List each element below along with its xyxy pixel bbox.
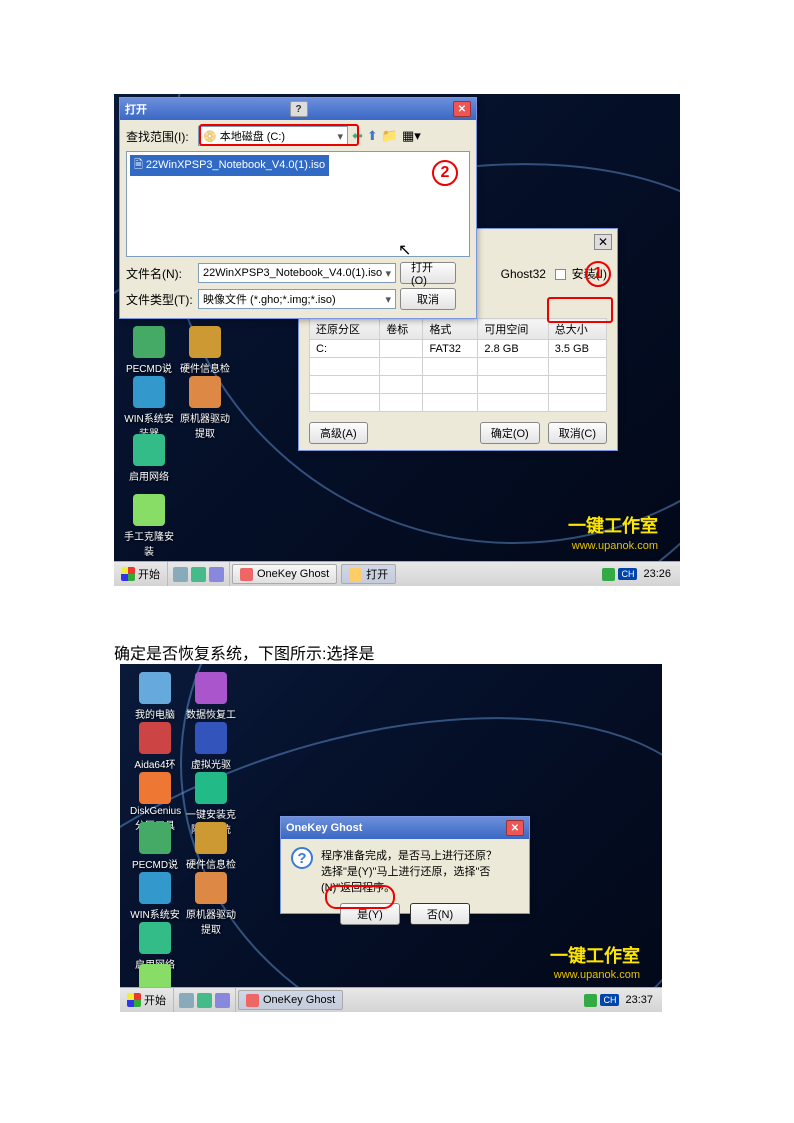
ime-indicator[interactable]: CH	[600, 994, 619, 1006]
folder-icon	[349, 568, 362, 581]
th: 可用空间	[478, 319, 548, 340]
filename-input[interactable]: 22WinXPSP3_Notebook_V4.0(1).iso▾	[198, 263, 396, 283]
taskbar: 开始 OneKey Ghost CH23:37	[120, 987, 662, 1012]
back-icon[interactable]: ⬅	[352, 128, 363, 144]
close-icon[interactable]: ✕	[453, 101, 471, 117]
brand-url: www.upanok.com	[572, 540, 658, 552]
taskbar: 开始 OneKey Ghost 打开 CH23:26	[114, 561, 680, 586]
advanced-button[interactable]: 高级(A)	[309, 422, 368, 444]
task-open[interactable]: 打开	[341, 564, 396, 584]
ql-icon[interactable]	[197, 993, 212, 1008]
screenshot-1: PECMD说明 硬件信息检测 WIN系统安装器 原机器驱动提取 启用网络 手工克…	[114, 94, 680, 586]
file-item[interactable]: 🗎 22WinXPSP3_Notebook_V4.0(1).iso	[130, 155, 329, 176]
desk-label: 虚拟光驱	[191, 760, 231, 771]
dialog-title: 打开	[125, 101, 147, 117]
ql-icon[interactable]	[179, 993, 194, 1008]
ql-icon[interactable]	[173, 567, 188, 582]
close-icon[interactable]: ✕	[594, 234, 612, 250]
filename-label: 文件名(N):	[126, 265, 194, 282]
brand-title: 一键工作室	[568, 512, 658, 538]
tray-icon[interactable]	[584, 994, 597, 1007]
desk-label: 手工克隆安装	[124, 532, 174, 558]
table-row[interactable]: C: FAT32 2.8 GB 3.5 GB	[310, 340, 607, 358]
confirm-dialog: OneKey Ghost ✕ ? 程序准备完成，是否马上进行还原？ 选择"是(Y)…	[280, 816, 530, 914]
th: 格式	[423, 319, 478, 340]
desk-label: 我的电脑	[135, 710, 175, 721]
start-button[interactable]: 开始	[114, 562, 168, 586]
tray-icon[interactable]	[602, 568, 615, 581]
desk-label: 原机器驱动提取	[180, 414, 230, 440]
dialog-title: OneKey Ghost	[286, 822, 362, 834]
caption-text: 确定是否恢复系统，下图所示:选择是	[114, 640, 374, 664]
th: 还原分区	[310, 319, 380, 340]
desk-label: 原机器驱动提取	[186, 910, 236, 936]
ql-icon[interactable]	[209, 567, 224, 582]
open-button[interactable]: 打开(O)	[400, 262, 456, 284]
confirm-line1: 程序准备完成，是否马上进行还原？	[321, 847, 519, 863]
task-onekey[interactable]: OneKey Ghost	[232, 564, 337, 584]
question-icon: ?	[291, 847, 313, 869]
filetype-label: 文件类型(T):	[126, 291, 194, 308]
up-icon[interactable]: ⬆	[367, 128, 378, 144]
cursor-icon: ↖	[398, 240, 411, 260]
task-onekey[interactable]: OneKey Ghost	[238, 990, 343, 1010]
clock: 23:37	[622, 994, 656, 1006]
partition-table: 还原分区 卷标 格式 可用空间 总大小 C: FAT32 2.8 GB 3.5 …	[309, 318, 607, 412]
help-icon[interactable]: ?	[290, 101, 308, 117]
desk-label: 启用网络	[129, 472, 169, 483]
brand-url: www.upanok.com	[554, 969, 640, 981]
cancel-button[interactable]: 取消(C)	[548, 422, 607, 444]
cancel-button[interactable]: 取消	[400, 288, 456, 310]
step-2-marker: 2	[432, 160, 458, 186]
windows-logo-icon	[127, 993, 141, 1007]
brand-title: 一键工作室	[550, 942, 640, 968]
filetype-dropdown[interactable]: 映像文件 (*.gho;*.img;*.iso)▾	[198, 289, 396, 309]
start-button[interactable]: 开始	[120, 988, 174, 1012]
ql-icon[interactable]	[191, 567, 206, 582]
th: 卷标	[380, 319, 423, 340]
no-button[interactable]: 否(N)	[410, 903, 470, 925]
confirm-line2: 选择"是(Y)"马上进行还原，选择"否(N)"返回程序。	[321, 863, 519, 895]
lookin-dropdown[interactable]: 📀 本地磁盘 (C:)▾	[198, 126, 348, 146]
lookin-label: 查找范围(I):	[126, 128, 194, 145]
windows-logo-icon	[121, 567, 135, 581]
ql-icon[interactable]	[215, 993, 230, 1008]
ime-indicator[interactable]: CH	[618, 568, 637, 580]
th: 总大小	[548, 319, 606, 340]
app-icon	[246, 994, 259, 1007]
screenshot-2: 我的电脑 数据恢复工具 Aida64环境检测 虚拟光驱 DiskGenius分区…	[120, 664, 662, 1012]
clock: 23:26	[640, 568, 674, 580]
close-icon[interactable]: ✕	[506, 820, 524, 836]
view-icon[interactable]: ▦▾	[402, 128, 421, 144]
ghost32-label: Ghost32	[501, 267, 546, 281]
step-1-marker: 1	[585, 261, 611, 287]
open-dialog: 打开? ✕ 查找范围(I): 📀 本地磁盘 (C:)▾ ⬅ ⬆ 📁 ▦▾ 🗎 22…	[119, 97, 477, 319]
app-icon	[240, 568, 253, 581]
ok-button[interactable]: 确定(O)	[480, 422, 540, 444]
newfolder-icon[interactable]: 📁	[382, 128, 398, 144]
yes-button[interactable]: 是(Y)	[340, 903, 400, 925]
